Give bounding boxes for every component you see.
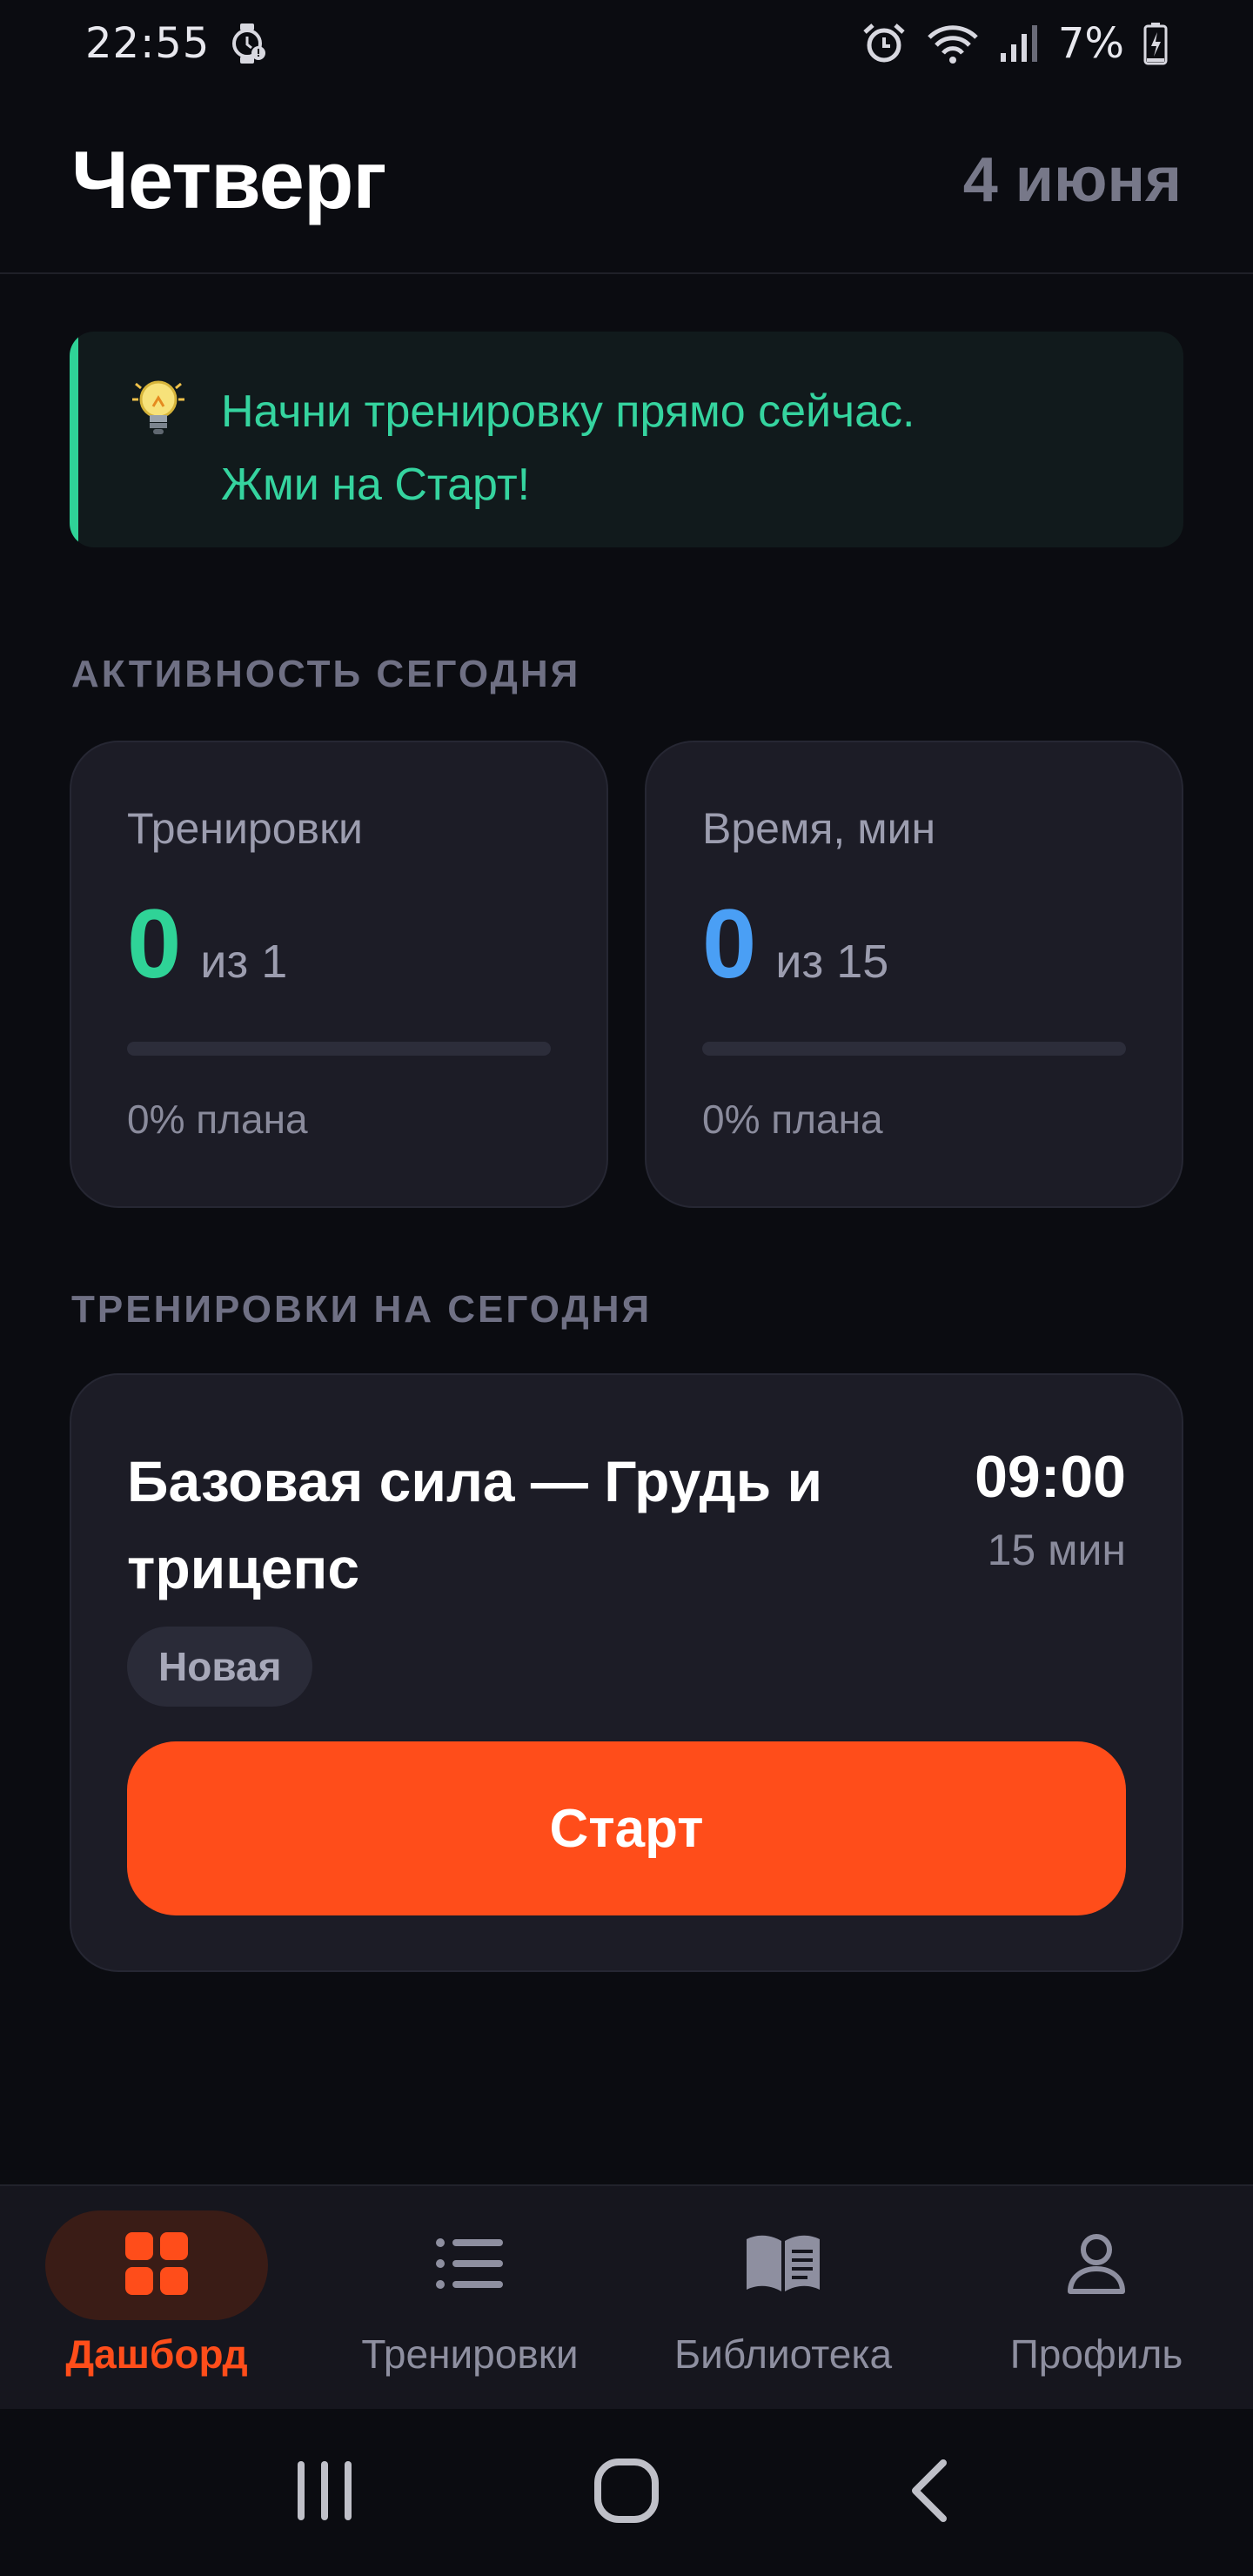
progress-bar: [127, 1042, 551, 1056]
status-time: 22:55: [85, 19, 211, 68]
battery-percent: 7%: [1057, 19, 1124, 68]
nav-item-profile[interactable]: Профиль: [940, 2186, 1253, 2409]
tip-text-line2: Жми на Старт!: [221, 460, 531, 510]
status-left: 22:55: [85, 19, 267, 68]
recent-apps-icon: [294, 2459, 355, 2526]
bottom-nav: Дашборд Тренировки Библиотека Профиль: [0, 2184, 1253, 2409]
nav-label: Библиотека: [673, 2331, 893, 2377]
page-title: Четверг: [71, 133, 387, 225]
workout-duration: 15 мин: [987, 1526, 1126, 1574]
nav-icon-wrap: [45, 2210, 268, 2320]
tip-text: Начни тренировку прямо сейчас. Жми на Ст…: [221, 375, 1109, 521]
stat-row: 0 из 1: [127, 896, 551, 993]
stat-percent: 0% плана: [702, 1097, 883, 1142]
watch-alert-icon: [229, 22, 267, 65]
tip-banner: Начни тренировку прямо сейчас. Жми на Ст…: [70, 332, 1183, 547]
stat-value: 0: [702, 889, 757, 998]
nav-icon-wrap: [672, 2210, 895, 2320]
header-date: 4 июня: [962, 144, 1182, 215]
tip-text-line1: Начни тренировку прямо сейчас.: [221, 386, 915, 437]
time-stat-card[interactable]: Время, мин 0 из 15 0% плана: [645, 741, 1183, 1208]
home-button[interactable]: [574, 2440, 679, 2545]
nav-label: Дашборд: [65, 2331, 248, 2377]
progress-bar: [702, 1042, 1126, 1056]
home-icon: [593, 2458, 660, 2528]
book-icon: [743, 2232, 823, 2299]
nav-icon-wrap: [985, 2210, 1208, 2320]
nav-label: Профиль: [1009, 2331, 1183, 2377]
recent-apps-button[interactable]: [272, 2440, 377, 2545]
system-nav-bar: [0, 2409, 1253, 2576]
stat-value: 0: [127, 889, 182, 998]
stat-label: Время, мин: [702, 804, 936, 853]
activity-section-title: АКТИВНОСТЬ СЕГОДНЯ: [71, 653, 581, 695]
header: Четверг 4 июня: [0, 87, 1253, 274]
lightbulb-icon: [131, 375, 186, 446]
nav-label: Тренировки: [361, 2331, 579, 2377]
status-right: 7%: [861, 19, 1168, 68]
battery-charging-icon: [1143, 22, 1168, 65]
stat-target: из 15: [775, 936, 889, 988]
back-button[interactable]: [876, 2440, 981, 2545]
stat-row: 0 из 15: [702, 896, 1126, 993]
stat-target: из 1: [200, 936, 288, 988]
signal-icon: [999, 23, 1039, 64]
nav-item-library[interactable]: Библиотека: [626, 2186, 940, 2409]
stat-percent: 0% плана: [127, 1097, 308, 1142]
start-button[interactable]: Старт: [127, 1741, 1126, 1915]
dashboard-grid-icon: [124, 2231, 190, 2301]
workouts-stat-card[interactable]: Тренировки 0 из 1 0% плана: [70, 741, 608, 1208]
stat-label: Тренировки: [127, 804, 363, 853]
workout-card[interactable]: Базовая сила — Грудь и трицепс 09:00 15 …: [70, 1373, 1183, 1972]
nav-item-workouts[interactable]: Тренировки: [313, 2186, 626, 2409]
profile-icon: [1066, 2232, 1127, 2299]
status-bar: 22:55 7%: [0, 0, 1253, 87]
nav-icon-wrap: [358, 2210, 581, 2320]
wifi-icon: [926, 22, 980, 65]
workout-time: 09:00: [975, 1444, 1126, 1510]
list-icon: [435, 2236, 505, 2296]
nav-item-dashboard[interactable]: Дашборд: [0, 2186, 313, 2409]
status-badge: Новая: [127, 1627, 313, 1707]
workout-name: Базовая сила — Грудь и трицепс: [127, 1449, 823, 1600]
back-icon: [908, 2458, 948, 2528]
alarm-icon: [861, 22, 907, 65]
workouts-section-title: ТРЕНИРОВКИ НА СЕГОДНЯ: [71, 1288, 653, 1331]
tip-accent-bar: [70, 332, 78, 547]
